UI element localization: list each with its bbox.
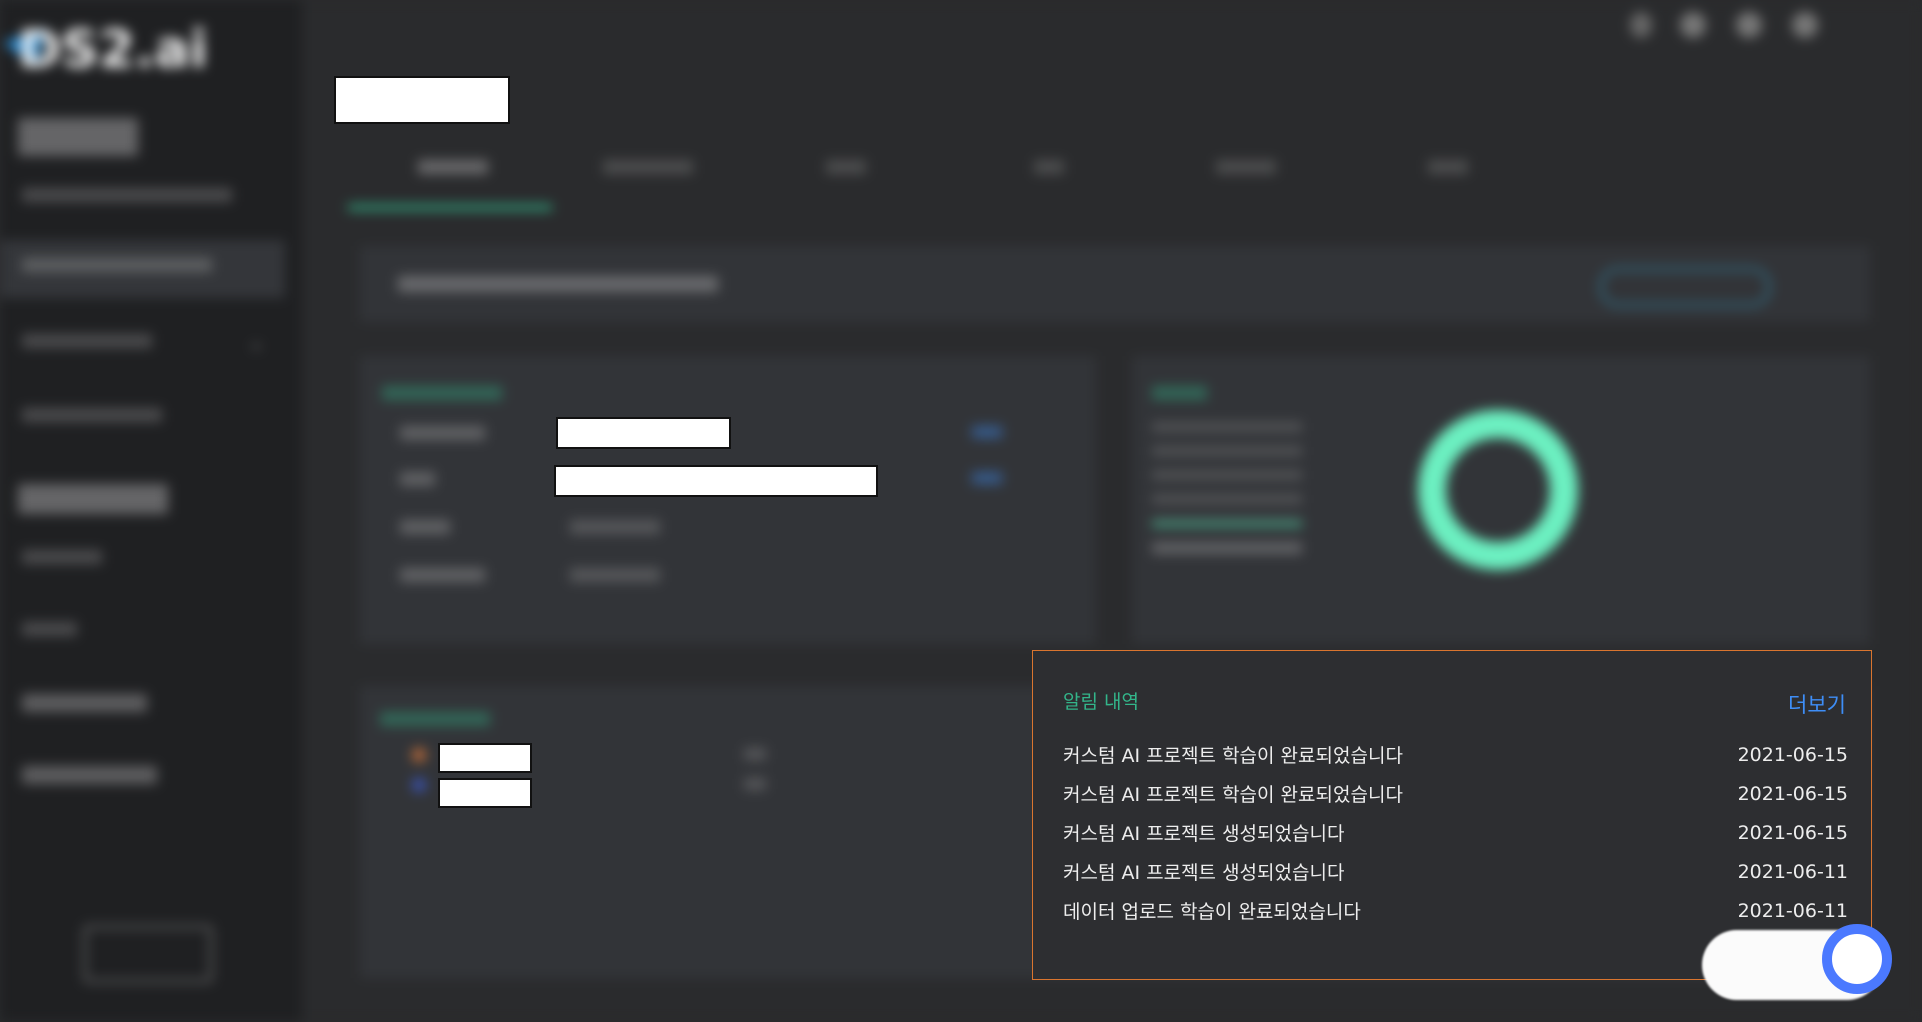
sidebar-heading-studio [18,118,138,156]
edit-link[interactable] [972,472,1002,484]
status-total [1152,542,1302,554]
bell-icon[interactable] [1680,12,1706,38]
more-link[interactable]: 더보기 [1788,689,1846,719]
app-logo: DS2.ai [18,20,208,80]
notification-date: 2021-06-11 [1737,899,1848,922]
legend-dot-icon [412,778,426,792]
sidebar-heading-market [18,484,168,514]
status-donut-chart [1418,410,1578,570]
tab[interactable] [1034,160,1064,174]
tab-bar [348,148,1868,218]
redacted-project-title [334,76,510,124]
detail-value [570,520,660,534]
redacted-detail-value [556,417,731,449]
card-title [382,386,502,400]
sidebar-item-label [22,258,212,272]
tab[interactable] [826,160,866,174]
card-title [380,712,490,726]
notification-date: 2021-06-15 [1737,782,1848,805]
settings-icon[interactable] [1792,12,1818,38]
sidebar-item[interactable] [22,408,162,422]
banner-text [398,276,718,292]
sidebar-button[interactable] [84,926,212,982]
notification-title: 알림 내역 [1063,691,1139,713]
redacted-legend-label [438,778,532,808]
notification-message: 커스텀 AI 프로젝트 생성되었습니다 [1063,862,1345,884]
notification-item[interactable]: 커스텀 AI 프로젝트 학습이 완료되었습니다 2021-06-15 [1063,735,1848,774]
detail-value [570,568,660,582]
active-tab-indicator [348,205,552,210]
notification-item[interactable]: 커스텀 AI 프로젝트 생성되었습니다 2021-06-11 [1063,852,1848,891]
sidebar: DS2.ai ⌄ [0,0,302,1022]
detail-label [400,568,485,582]
tab[interactable] [1216,160,1276,174]
notification-item[interactable]: 커스텀 AI 프로젝트 학습이 완료되었습니다 2021-06-15 [1063,774,1848,813]
sidebar-item[interactable] [22,766,157,784]
sidebar-item[interactable] [22,334,152,348]
notification-date: 2021-06-15 [1737,743,1848,766]
detail-label [400,472,435,486]
tab[interactable] [418,160,488,174]
sidebar-item-active[interactable] [0,240,285,298]
notification-message: 커스텀 AI 프로젝트 생성되었습니다 [1063,823,1345,845]
notification-item[interactable]: 데이터 업로드 학습이 완료되었습니다 2021-06-11 [1063,891,1848,930]
notification-message: 데이터 업로드 학습이 완료되었습니다 [1063,901,1361,923]
notification-message: 커스텀 AI 프로젝트 학습이 완료되었습니다 [1063,745,1403,767]
sidebar-item[interactable] [22,550,102,564]
notification-date: 2021-06-11 [1737,860,1848,883]
redacted-detail-value [554,465,878,497]
notification-message: 커스텀 AI 프로젝트 학습이 완료되었습니다 [1063,784,1403,806]
redacted-legend-label [438,743,532,773]
detail-label [400,520,450,534]
chat-launcher-icon[interactable] [1822,924,1892,994]
status-divider [1152,522,1302,526]
status-list [1152,422,1302,532]
banner-action-button[interactable] [1600,268,1770,306]
notification-date: 2021-06-15 [1737,821,1848,844]
tab[interactable] [603,160,693,174]
legend-dot-icon [412,748,426,762]
tab[interactable] [1428,160,1468,174]
user-icon[interactable] [1630,12,1652,38]
card-title [1152,386,1207,400]
chevron-down-icon: ⌄ [248,330,265,354]
sidebar-item[interactable] [22,694,147,712]
notification-item[interactable]: 커스텀 AI 프로젝트 생성되었습니다 2021-06-15 [1063,813,1848,852]
sidebar-item[interactable] [22,622,77,636]
sidebar-item[interactable] [22,188,232,202]
notification-list: 커스텀 AI 프로젝트 학습이 완료되었습니다 2021-06-15 커스텀 A… [1063,735,1848,930]
edit-link[interactable] [972,426,1002,438]
legend-value [744,748,766,760]
legend-value [744,778,766,790]
help-icon[interactable] [1736,12,1762,38]
project-details-card [360,356,1096,644]
detail-label [400,426,485,440]
